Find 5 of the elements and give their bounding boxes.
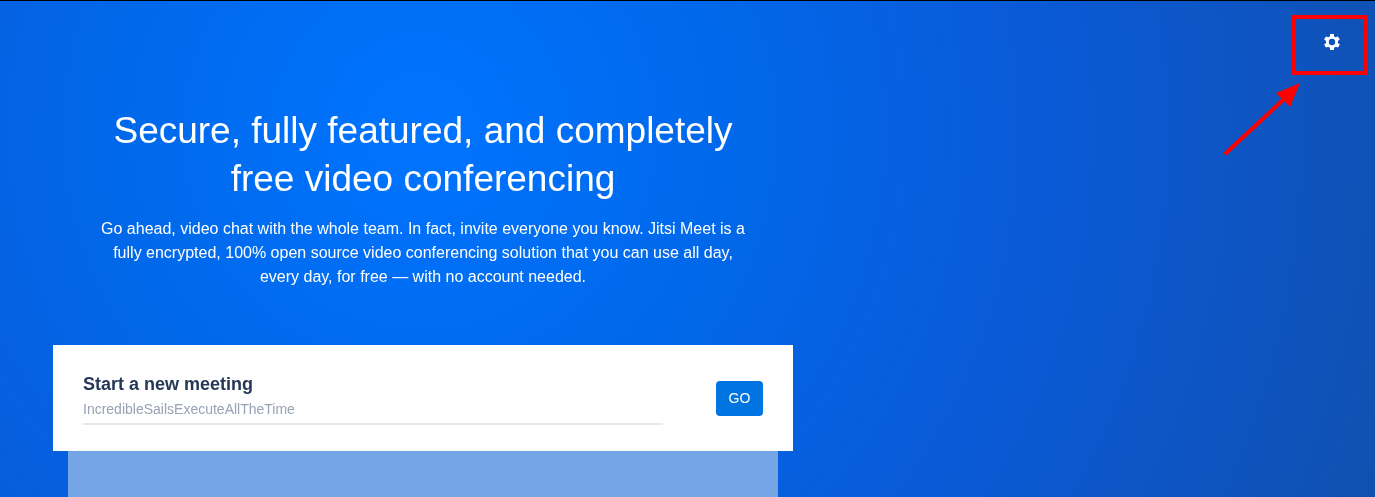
card-title: Start a new meeting: [83, 373, 255, 395]
description: Go ahead, video chat with the whole team. In fact, invite everyone you know. Jitsi Meet is a fully encrypted, 100% open source video conferencing solution that you can use all day, every day, for free — with no account needed.: [100, 219, 746, 287]
go-button[interactable]: GO: [716, 380, 763, 416]
settings-icon[interactable]: [1321, 31, 1343, 53]
headline: Secure, fully featured, and completely free video conferencing: [112, 109, 734, 201]
